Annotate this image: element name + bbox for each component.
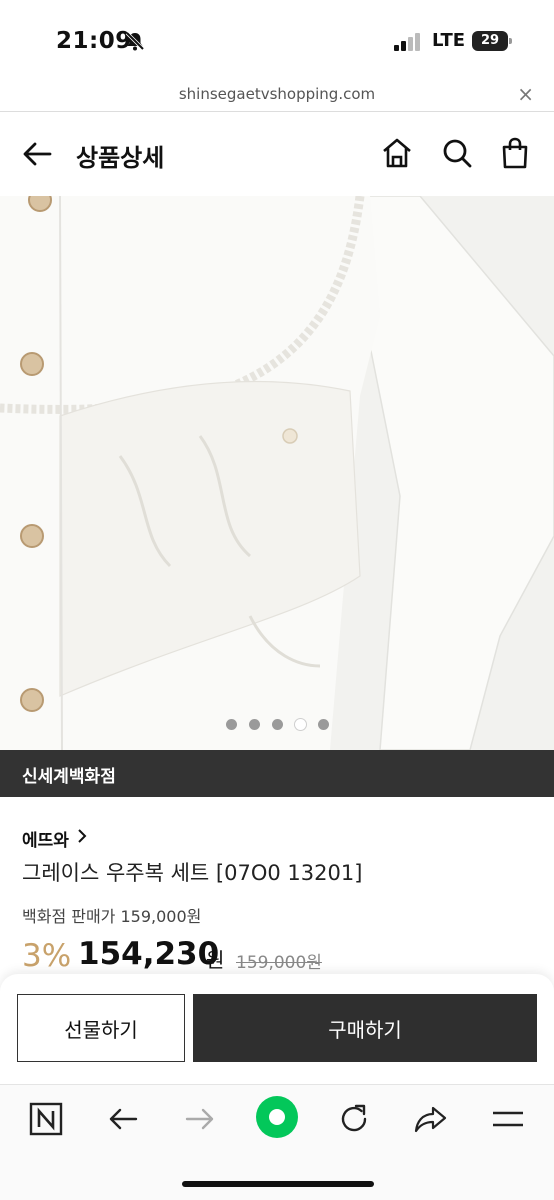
pagination-dot[interactable]	[248, 719, 260, 730]
reload-icon[interactable]	[334, 1099, 374, 1139]
chevron-right-icon[interactable]	[76, 828, 88, 844]
pagination-dot[interactable]	[317, 719, 329, 730]
pagination-dot[interactable]	[271, 719, 283, 730]
app-header: 상품상세	[0, 112, 554, 196]
menu-icon[interactable]	[488, 1099, 528, 1139]
product-name: 그레이스 우주복 세트 [07O0 13201]	[22, 861, 363, 885]
home-icon[interactable]	[380, 136, 414, 170]
bell-muted-icon	[125, 31, 145, 51]
discount-rate: 3%	[22, 938, 72, 974]
battery-icon: 29	[472, 31, 512, 51]
naver-n-icon[interactable]	[26, 1099, 66, 1139]
page-title: 상품상세	[76, 144, 165, 172]
department-price: 백화점 판매가 159,000원	[22, 907, 202, 926]
sale-price: 154,230	[78, 936, 220, 972]
home-indicator[interactable]	[182, 1181, 374, 1187]
product-photo-illustration	[0, 196, 554, 750]
share-icon[interactable]	[411, 1099, 451, 1139]
gift-button[interactable]: 선물하기	[17, 994, 185, 1062]
pagination-dot[interactable]	[225, 719, 237, 730]
status-bar: 21:09 LTE 29	[0, 0, 554, 80]
url-bar[interactable]: shinsegaetvshopping.com ×	[0, 80, 554, 112]
signal-icon	[394, 33, 420, 51]
close-icon[interactable]: ×	[517, 83, 534, 105]
back-arrow-icon[interactable]	[20, 136, 56, 172]
department-label: 신세계백화점	[22, 767, 116, 787]
back-arrow-icon[interactable]	[103, 1099, 143, 1139]
purchase-sheet: 선물하기 구매하기	[0, 974, 554, 1084]
forward-arrow-icon[interactable]	[180, 1099, 220, 1139]
network-type: LTE	[432, 30, 466, 51]
pagination-dot-active[interactable]	[294, 719, 306, 730]
shopping-bag-icon[interactable]	[498, 136, 532, 170]
green-home-icon[interactable]	[255, 1095, 299, 1139]
department-bar: 신세계백화점	[0, 750, 554, 797]
sale-price-unit: 원	[206, 948, 225, 972]
product-image[interactable]	[0, 196, 554, 750]
gallery-pagination	[0, 714, 554, 733]
search-icon[interactable]	[440, 136, 474, 170]
original-price: 159,000원	[236, 953, 322, 973]
url-text[interactable]: shinsegaetvshopping.com	[0, 85, 554, 103]
brand-link[interactable]: 에뜨와	[22, 826, 69, 851]
buy-button[interactable]: 구매하기	[193, 994, 537, 1062]
status-time: 21:09	[56, 28, 132, 54]
